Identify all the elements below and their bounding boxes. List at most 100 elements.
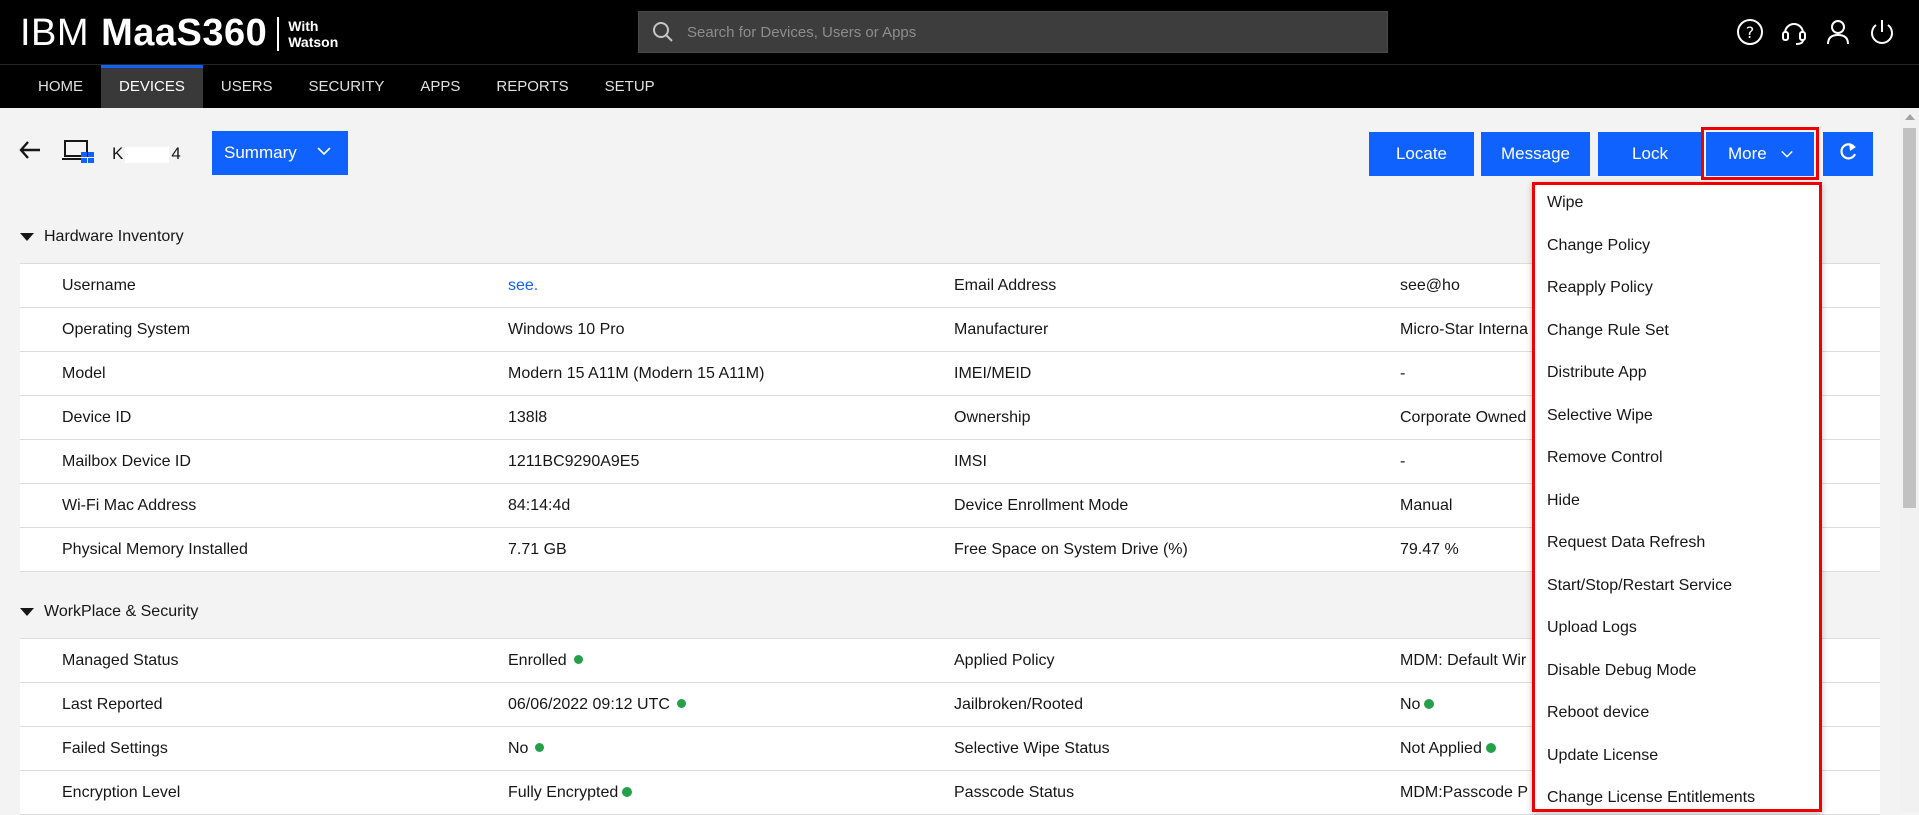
windows-laptop-icon bbox=[62, 138, 96, 171]
nav-security[interactable]: SECURITY bbox=[291, 65, 403, 108]
menu-item-change-policy[interactable]: Change Policy bbox=[1535, 228, 1819, 271]
field-value: No bbox=[1400, 683, 1435, 726]
menu-item-reapply-policy[interactable]: Reapply Policy bbox=[1535, 270, 1819, 313]
field-value: see@ho bbox=[1400, 277, 1460, 294]
check-circle-icon bbox=[1424, 698, 1435, 709]
chevron-down-icon bbox=[316, 143, 332, 164]
menu-item-restart-service[interactable]: Start/Stop/Restart Service bbox=[1535, 568, 1819, 611]
more-actions-menu: Wipe Change Policy Reapply Policy Change… bbox=[1532, 182, 1822, 812]
nav-setup[interactable]: SETUP bbox=[587, 65, 673, 108]
message-button[interactable]: Message bbox=[1481, 132, 1590, 176]
field-value: Manual bbox=[1400, 497, 1453, 514]
status-dot-icon bbox=[573, 655, 583, 665]
collapse-triangle-icon[interactable] bbox=[20, 608, 34, 616]
menu-item-hide[interactable]: Hide bbox=[1535, 483, 1819, 526]
nav-reports[interactable]: REPORTS bbox=[478, 65, 586, 108]
lock-button[interactable]: Lock bbox=[1598, 132, 1702, 176]
status-text: Fully Encrypted bbox=[508, 784, 619, 801]
device-name-prefix: K bbox=[112, 144, 124, 163]
field-label: Device Enrollment Mode bbox=[954, 497, 1129, 514]
field-value: No bbox=[508, 727, 545, 770]
support-headset-icon[interactable] bbox=[1779, 14, 1809, 50]
section-title: Hardware Inventory bbox=[44, 228, 184, 245]
brand-ibm: IBM bbox=[20, 12, 90, 54]
field-value: 7.71 GB bbox=[508, 541, 567, 558]
status-text: No bbox=[508, 740, 529, 757]
field-value: 138l8 bbox=[508, 409, 548, 426]
brand-watson-text: Watson bbox=[288, 33, 339, 50]
user-icon[interactable] bbox=[1823, 14, 1853, 50]
nav-home[interactable]: HOME bbox=[20, 65, 101, 108]
field-label: Username bbox=[62, 277, 136, 294]
brand-logo[interactable]: IBM MaaS360 With Watson bbox=[20, 12, 338, 55]
username-link[interactable]: see. bbox=[508, 264, 538, 307]
field-label: Operating System bbox=[62, 321, 191, 338]
menu-item-change-rule-set[interactable]: Change Rule Set bbox=[1535, 313, 1819, 356]
search-icon[interactable] bbox=[639, 11, 687, 53]
view-select-dropdown[interactable]: Summary bbox=[212, 131, 348, 175]
menu-item-selective-wipe[interactable]: Selective Wipe bbox=[1535, 398, 1819, 441]
field-value: 84:14:4d bbox=[508, 497, 571, 514]
refresh-button[interactable] bbox=[1823, 132, 1873, 176]
field-label: Encryption Level bbox=[62, 784, 181, 801]
nav-apps[interactable]: APPS bbox=[402, 65, 478, 108]
nav-users[interactable]: USERS bbox=[203, 65, 291, 108]
status-text: 06/06/2022 09:12 UTC bbox=[508, 696, 670, 713]
field-label: Mailbox Device ID bbox=[62, 453, 191, 470]
section-workplace-header[interactable]: WorkPlace & Security bbox=[20, 603, 198, 621]
brand-product: MaaS360 bbox=[101, 12, 268, 54]
device-header: K4 Summary Locate Message Lock More bbox=[0, 108, 1890, 188]
field-value: - bbox=[1400, 453, 1406, 470]
field-label: Last Reported bbox=[62, 696, 163, 713]
page-scrollbar[interactable] bbox=[1900, 108, 1919, 812]
menu-item-wipe[interactable]: Wipe bbox=[1535, 185, 1819, 228]
search-input[interactable] bbox=[687, 23, 1367, 41]
more-button-highlight bbox=[1701, 127, 1819, 180]
global-search[interactable] bbox=[638, 11, 1388, 53]
field-label: Model bbox=[62, 365, 106, 382]
section-title: WorkPlace & Security bbox=[44, 603, 199, 620]
field-value: Corporate Owned bbox=[1400, 409, 1527, 426]
field-label: Failed Settings bbox=[62, 740, 168, 757]
menu-item-distribute-app[interactable]: Distribute App bbox=[1535, 355, 1819, 398]
locate-button[interactable]: Locate bbox=[1369, 132, 1474, 176]
section-hardware-header[interactable]: Hardware Inventory bbox=[20, 228, 184, 246]
field-label: Wi-Fi Mac Address bbox=[62, 497, 197, 514]
brand-watson: With Watson bbox=[288, 18, 338, 50]
field-value: Micro-Star Interna bbox=[1400, 321, 1529, 338]
redacted-mask bbox=[125, 146, 170, 163]
field-value: MDM: Default Wir bbox=[1400, 652, 1527, 669]
field-label: Email Address bbox=[954, 277, 1057, 294]
field-label: Jailbroken/Rooted bbox=[954, 696, 1083, 713]
power-icon[interactable] bbox=[1867, 14, 1897, 50]
help-icon[interactable]: ? bbox=[1735, 14, 1765, 50]
collapse-triangle-icon[interactable] bbox=[20, 233, 34, 241]
menu-item-request-data-refresh[interactable]: Request Data Refresh bbox=[1535, 525, 1819, 568]
menu-item-upload-logs[interactable]: Upload Logs bbox=[1535, 610, 1819, 653]
field-value: Windows 10 Pro bbox=[508, 321, 625, 338]
back-arrow-icon[interactable] bbox=[18, 138, 42, 167]
menu-item-remove-control[interactable]: Remove Control bbox=[1535, 440, 1819, 483]
menu-item-reboot-device[interactable]: Reboot device bbox=[1535, 695, 1819, 738]
field-value: 79.47 % bbox=[1400, 541, 1459, 558]
field-label: Managed Status bbox=[62, 652, 179, 669]
menu-item-change-license-entitlements[interactable]: Change License Entitlements bbox=[1535, 780, 1819, 809]
top-icon-group: ? bbox=[1735, 14, 1897, 50]
check-circle-icon bbox=[1485, 742, 1496, 753]
scroll-up-arrow-icon[interactable] bbox=[1905, 114, 1915, 120]
menu-item-update-license[interactable]: Update License bbox=[1535, 738, 1819, 781]
menu-item-disable-debug-mode[interactable]: Disable Debug Mode bbox=[1535, 653, 1819, 696]
status-dot-icon bbox=[535, 743, 545, 753]
brand-divider bbox=[277, 16, 280, 51]
brand-with-text: With bbox=[288, 17, 319, 34]
nav-devices[interactable]: DEVICES bbox=[101, 65, 203, 108]
status-dot-icon bbox=[676, 699, 686, 709]
field-label: IMEI/MEID bbox=[954, 365, 1032, 382]
status-text: Not Applied bbox=[1400, 740, 1482, 757]
field-label: Passcode Status bbox=[954, 784, 1075, 801]
field-value: Fully Encrypted bbox=[508, 771, 633, 814]
scrollbar-thumb[interactable] bbox=[1903, 128, 1916, 508]
field-label: IMSI bbox=[954, 453, 987, 470]
device-name-suffix: 4 bbox=[171, 144, 181, 163]
svg-text:?: ? bbox=[1746, 23, 1755, 42]
